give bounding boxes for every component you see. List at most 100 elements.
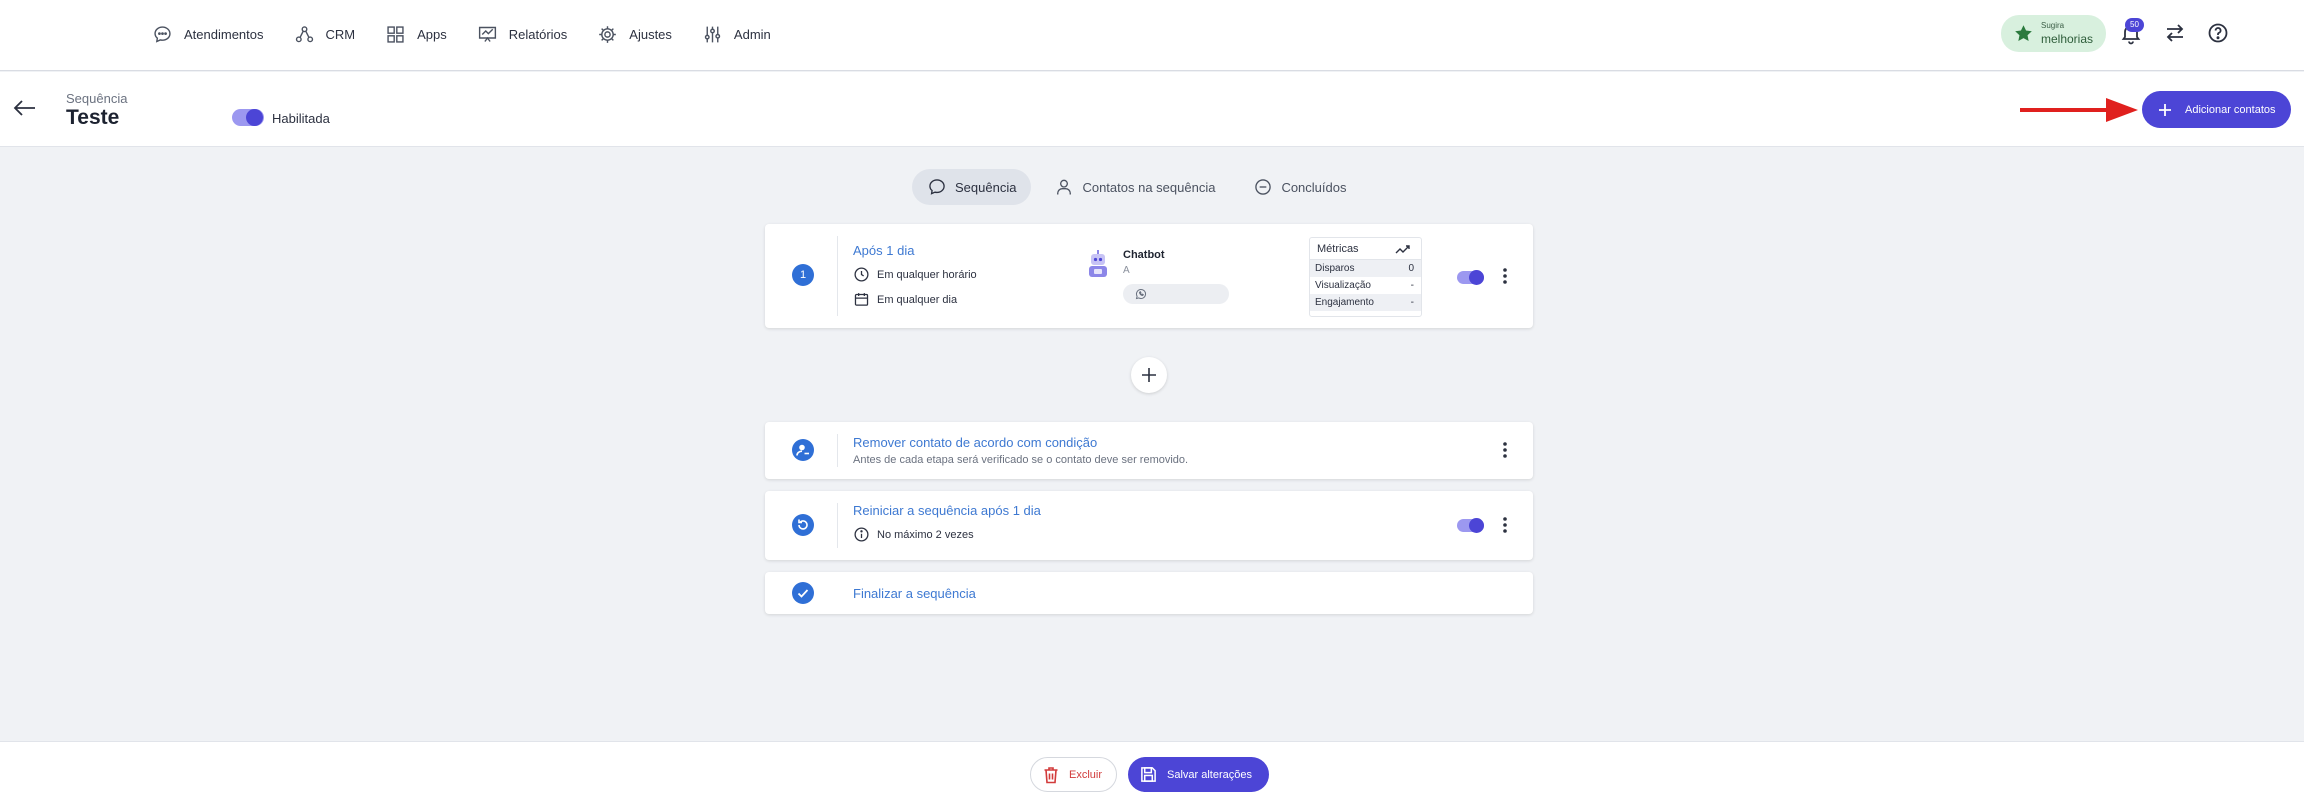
nav-label-relatorios: Relatórios bbox=[508, 26, 568, 42]
trash-icon bbox=[1044, 766, 1058, 783]
card-divider bbox=[837, 236, 838, 316]
tab-contatos-na-sequencia[interactable]: Contatos na sequência bbox=[1039, 169, 1230, 205]
save-disk-icon bbox=[1141, 767, 1156, 782]
remove-user-icon bbox=[792, 439, 814, 461]
apps-grid-icon bbox=[387, 25, 404, 43]
restart-sequence-card: Reiniciar a sequência após 1 dia No máxi… bbox=[765, 491, 1533, 560]
sequence-step-card: 1 Após 1 dia Em qualquer horário Em qual… bbox=[765, 224, 1533, 328]
tab-label-contatos: Contatos na sequência bbox=[1082, 179, 1216, 195]
plus-icon bbox=[2159, 103, 2171, 116]
delete-label: Excluir bbox=[1069, 768, 1103, 781]
chat-bubble-icon bbox=[929, 179, 945, 195]
tab-sequencia[interactable]: Sequência bbox=[912, 169, 1032, 205]
remove-rule-description: Antes de cada etapa será verificado se o… bbox=[853, 454, 1189, 466]
finish-rule-link[interactable]: Finalizar a sequência bbox=[853, 586, 976, 601]
tab-concluidos[interactable]: Concluídos bbox=[1238, 169, 1361, 205]
minus-circle-icon bbox=[1255, 179, 1272, 195]
robot-avatar-icon bbox=[1089, 250, 1107, 277]
nav-label-atendimentos: Atendimentos bbox=[184, 26, 264, 42]
nav-item-ajustes[interactable]: Ajustes bbox=[597, 22, 672, 46]
swap-arrows-icon[interactable] bbox=[2163, 21, 2187, 45]
melhorias-label: melhorias bbox=[2041, 32, 2094, 46]
add-step-button[interactable] bbox=[1131, 357, 1167, 393]
plus-icon bbox=[1142, 368, 1156, 382]
more-options-icon[interactable] bbox=[1498, 515, 1512, 535]
nav-item-admin[interactable]: Admin bbox=[702, 22, 771, 46]
nav-item-apps[interactable]: Apps bbox=[385, 22, 447, 46]
metrics-header: Métricas bbox=[1310, 238, 1421, 260]
card-divider bbox=[837, 434, 838, 467]
delete-button[interactable]: Excluir bbox=[1030, 757, 1117, 792]
save-changes-label: Salvar alterações bbox=[1167, 768, 1252, 781]
sequence-label: Sequência bbox=[66, 91, 128, 106]
add-contacts-button[interactable]: Adicionar contatos bbox=[2142, 91, 2291, 128]
calendar-icon bbox=[854, 293, 869, 306]
save-changes-button[interactable]: Salvar alterações bbox=[1128, 757, 1269, 792]
sequence-tabs: Sequência Contatos na sequência Concluíd… bbox=[912, 169, 1369, 205]
metrics-panel: Métricas Disparos 0 Visualização - Engaj… bbox=[1309, 237, 1422, 317]
metric-value: 0 bbox=[1408, 263, 1414, 274]
reports-chart-icon bbox=[478, 26, 496, 42]
check-circle-icon bbox=[792, 582, 814, 604]
nav-label-apps: Apps bbox=[417, 26, 447, 42]
nav-item-atendimentos[interactable]: Atendimentos bbox=[152, 22, 264, 46]
step-enabled-toggle[interactable] bbox=[1457, 270, 1484, 285]
channel-pill bbox=[1123, 284, 1229, 304]
metric-row: Visualização - bbox=[1310, 277, 1421, 294]
trend-chart-icon[interactable] bbox=[1395, 243, 1411, 255]
step-delay-link[interactable]: Após 1 dia bbox=[853, 243, 914, 258]
day-rule-text: Em qualquer dia bbox=[877, 293, 958, 306]
nav-label-ajustes: Ajustes bbox=[629, 26, 672, 42]
notification-badge: 50 bbox=[2125, 18, 2144, 32]
chat-bubble-icon bbox=[154, 25, 171, 43]
metric-label: Visualização bbox=[1315, 280, 1371, 291]
sugira-label: Sugira bbox=[2041, 21, 2065, 30]
restart-rule-link[interactable]: Reiniciar a sequência após 1 dia bbox=[853, 503, 1041, 518]
whatsapp-icon bbox=[1135, 288, 1147, 300]
metric-row: Disparos 0 bbox=[1310, 260, 1421, 277]
metric-label: Disparos bbox=[1315, 263, 1355, 274]
top-navigation-bar: Atendimentos CRM Apps Relatórios Ajustes… bbox=[0, 0, 2304, 71]
more-options-icon[interactable] bbox=[1498, 440, 1512, 460]
bot-name: Chatbot bbox=[1123, 249, 1165, 261]
star-icon bbox=[2015, 25, 2032, 42]
main-nav: Atendimentos CRM Apps Relatórios Ajustes… bbox=[152, 22, 801, 46]
red-pointer-arrow bbox=[2020, 98, 2138, 122]
sequence-enabled-toggle[interactable] bbox=[232, 109, 264, 126]
info-icon bbox=[854, 527, 869, 542]
restart-enabled-toggle[interactable] bbox=[1457, 518, 1484, 533]
enabled-label: Habilitada bbox=[272, 111, 330, 126]
nav-item-relatorios[interactable]: Relatórios bbox=[477, 22, 568, 46]
user-icon bbox=[1057, 179, 1072, 195]
sequence-header: Sequência Teste Habilitada bbox=[0, 72, 2304, 147]
restart-limit-text: No máximo 2 vezes bbox=[877, 528, 974, 541]
nav-item-crm[interactable]: CRM bbox=[294, 22, 356, 46]
page-title: Teste bbox=[66, 106, 120, 129]
restart-icon bbox=[792, 514, 814, 536]
action-footer: Excluir Salvar alterações bbox=[0, 741, 2304, 804]
crm-nodes-icon bbox=[295, 25, 313, 42]
suggest-improvements-button[interactable]: Sugira melhorias bbox=[2001, 15, 2106, 52]
metric-value: - bbox=[1410, 280, 1414, 291]
step-number-badge: 1 bbox=[792, 264, 814, 286]
restart-limit-row: No máximo 2 vezes bbox=[853, 526, 974, 543]
bot-subtitle: A bbox=[1123, 265, 1130, 276]
remove-rule-link[interactable]: Remover contato de acordo com condição bbox=[853, 435, 1097, 450]
tab-label-concluidos: Concluídos bbox=[1281, 179, 1347, 195]
tab-label-sequencia: Sequência bbox=[955, 179, 1017, 195]
finish-sequence-card: Finalizar a sequência bbox=[765, 572, 1533, 614]
help-circle-icon[interactable] bbox=[2206, 21, 2230, 45]
sliders-icon bbox=[704, 26, 721, 42]
day-rule-row: Em qualquer dia bbox=[853, 291, 957, 308]
add-contacts-label: Adicionar contatos bbox=[2185, 103, 2276, 116]
more-options-icon[interactable] bbox=[1498, 266, 1512, 286]
nav-label-crm: CRM bbox=[325, 26, 356, 42]
metric-row: Engajamento - bbox=[1310, 294, 1421, 311]
card-divider bbox=[837, 503, 838, 548]
remove-contact-rule-card: Remover contato de acordo com condição A… bbox=[765, 422, 1533, 479]
back-arrow-icon[interactable] bbox=[13, 98, 37, 118]
nav-label-admin: Admin bbox=[733, 26, 771, 42]
metric-value: - bbox=[1410, 297, 1414, 308]
time-rule-text: Em qualquer horário bbox=[877, 268, 977, 281]
time-rule-row: Em qualquer horário bbox=[853, 266, 977, 283]
